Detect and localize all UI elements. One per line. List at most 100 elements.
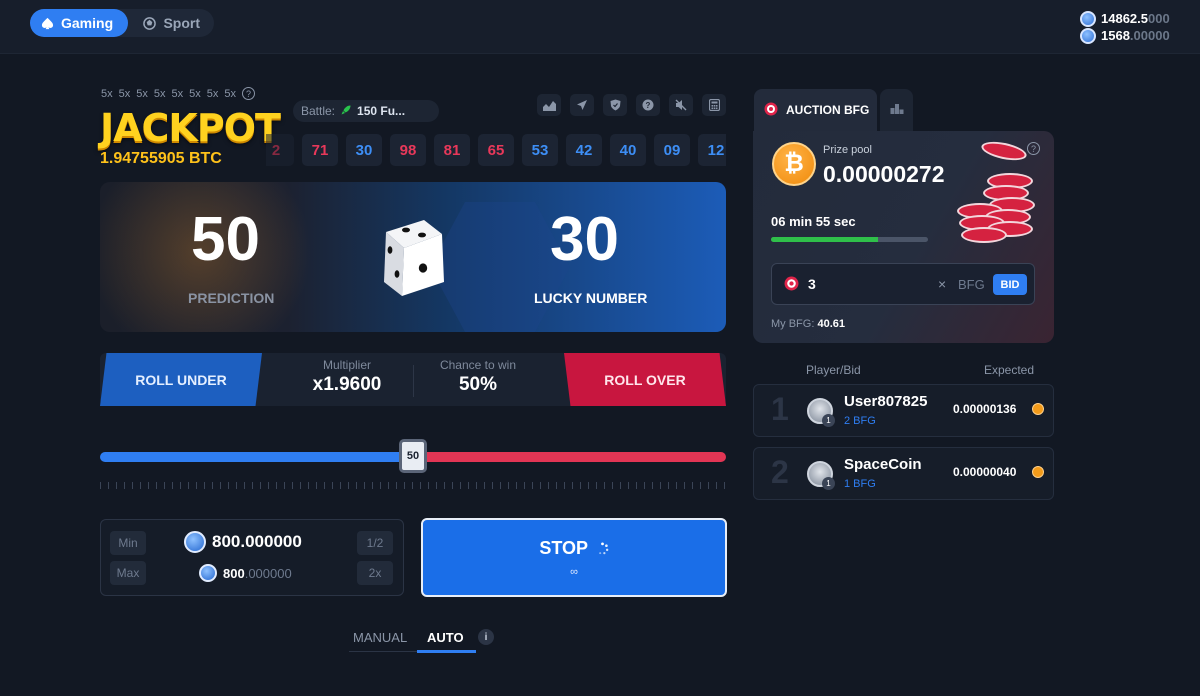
half-bet-button[interactable]: 1/2	[357, 531, 393, 555]
history-item: 30	[346, 134, 382, 166]
history-item: 42	[566, 134, 602, 166]
info-icon[interactable]: i	[478, 629, 494, 645]
chance-stat: Chance to win 50%	[430, 358, 526, 396]
bid-value[interactable]: 3	[808, 276, 816, 292]
bfg-token-icon	[784, 276, 799, 296]
bitcoin-icon: ₿	[772, 142, 816, 186]
history-item: 53	[522, 134, 558, 166]
roll-history: 2 71 30 98 81 65 53 42 40 09 12	[266, 134, 726, 166]
history-item: 2	[266, 134, 294, 166]
chance-value: 50%	[458, 374, 498, 395]
multiplier-value: x1.9600	[312, 374, 382, 395]
dice-icon	[380, 212, 444, 296]
roll-under-button[interactable]: ROLL UNDER	[100, 353, 262, 406]
roll-over-button[interactable]: ROLL OVER	[564, 353, 726, 406]
leaderboard-row[interactable]: 2 1 SpaceCoin 1 BFG 0.00000040	[753, 447, 1054, 500]
top-bar: Gaming Sport 14862.5 000 1568.00000	[0, 0, 1200, 54]
header-player-bid: Player/Bid	[806, 363, 861, 377]
player-name: SpaceCoin	[844, 456, 922, 473]
svg-text:?: ?	[646, 101, 651, 110]
chance-label: Chance to win	[439, 358, 517, 372]
tab-gaming-label: Gaming	[61, 15, 114, 31]
max-bet-decimals: .000000	[244, 565, 292, 581]
history-item: 71	[302, 134, 338, 166]
slider-track-over[interactable]	[413, 452, 726, 462]
history-item: 09	[654, 134, 690, 166]
auction-timer: 06 min 55 sec	[771, 214, 856, 229]
multiplier: 5x	[189, 87, 201, 100]
max-bet-button[interactable]: Max	[110, 561, 146, 585]
slider-ticks	[100, 482, 726, 489]
player-bid: 1 BFG	[844, 478, 876, 490]
leaderboard-row[interactable]: 1 1 User807825 2 BFG 0.00000136	[753, 384, 1054, 437]
jackpot-multipliers: 5x 5x 5x 5x 5x 5x 5x 5x ?	[101, 87, 255, 100]
history-item: 65	[478, 134, 514, 166]
bitcoin-icon	[1032, 403, 1044, 415]
my-bfg: My BFG: 40.61	[771, 318, 845, 330]
tab-auto[interactable]: AUTO	[427, 630, 464, 645]
tab-sport-label: Sport	[163, 15, 200, 31]
wallet-row: 14862.5 000	[1080, 10, 1196, 27]
auction-progress-fill	[771, 237, 878, 242]
help-icon[interactable]: ?	[242, 87, 255, 100]
expected-value: 0.00000040	[953, 465, 1017, 479]
chip	[961, 227, 1007, 243]
history-item: 12	[698, 134, 726, 166]
multiplier-label: Multiplier	[322, 358, 371, 372]
calculator-icon[interactable]	[702, 94, 726, 116]
tab-auction[interactable]: AUCTION BFG	[754, 89, 877, 131]
my-bfg-value: 40.61	[817, 318, 845, 330]
header-expected: Expected	[984, 363, 1035, 377]
tab-gaming[interactable]: Gaming	[30, 9, 129, 37]
tab-manual[interactable]: MANUAL	[353, 630, 407, 645]
level-badge: 1	[822, 477, 835, 490]
mute-icon[interactable]	[669, 94, 693, 116]
tab-leaderboard[interactable]	[880, 89, 913, 131]
history-item: 40	[610, 134, 646, 166]
bid-unit: BFG	[958, 277, 985, 292]
history-item: 81	[434, 134, 470, 166]
bid-button[interactable]: BID	[993, 274, 1027, 295]
min-bet-button[interactable]: Min	[110, 531, 146, 555]
max-bet-main: 800	[223, 565, 245, 581]
multiplier: 5x	[224, 87, 236, 100]
player-name: User807825	[844, 393, 928, 410]
prize-pool-label: Prize pool	[823, 144, 872, 156]
auction-progress	[771, 237, 928, 242]
multiplier: 5x	[171, 87, 184, 100]
prediction-slider[interactable]: 50	[100, 439, 726, 473]
rank: 2	[771, 454, 789, 490]
bet-amount-box: Min Max 1/2 2x 800.000000 800.000000	[100, 519, 404, 596]
player-bid: 2 BFG	[844, 415, 876, 427]
wallet-balances[interactable]: 14862.5 000 1568.00000	[1080, 10, 1196, 44]
bet-mode-tabs: MANUAL AUTO	[349, 626, 476, 653]
slider-thumb[interactable]: 50	[399, 439, 427, 473]
stop-button[interactable]: STOP ∞	[421, 518, 727, 597]
spinner-icon	[598, 542, 609, 555]
chart-icon[interactable]	[537, 94, 561, 116]
clear-bid-icon[interactable]: ×	[938, 276, 946, 292]
slider-track-under[interactable]	[100, 452, 413, 462]
auction-card: ₿ Prize pool 0.00000272 ? 06 min 55 sec …	[753, 131, 1054, 343]
shield-icon[interactable]	[603, 94, 627, 116]
chip	[979, 138, 1029, 164]
wallet-balance-decimals: .00000	[1129, 28, 1170, 43]
rocket-icon[interactable]	[570, 94, 594, 116]
level-badge: 1	[822, 414, 835, 427]
help-icon[interactable]: ?	[636, 94, 660, 116]
wallet-balance-main: 1568	[1101, 28, 1130, 43]
my-bfg-label: My BFG:	[771, 318, 815, 330]
multiplier: 5x	[153, 87, 166, 100]
bid-input[interactable]: 3 × BFG BID	[771, 263, 1035, 305]
bet-amount-input[interactable]: 800.000000	[184, 531, 302, 553]
rank: 1	[771, 391, 789, 427]
double-bet-button[interactable]: 2x	[357, 561, 393, 585]
bitcoin-icon	[1032, 466, 1044, 478]
battle-pill[interactable]: Battle: 150 Fu...	[293, 100, 439, 122]
roll-controls: ROLL UNDER Multiplier x1.9600 Chance to …	[100, 353, 726, 406]
rocket-icon	[340, 104, 352, 119]
battle-value: 150 Fu...	[357, 104, 406, 118]
multiplier-stat: Multiplier x1.9600	[307, 358, 387, 396]
max-bet-amount: 800.000000	[199, 564, 292, 582]
tab-sport[interactable]: Sport	[128, 9, 214, 37]
